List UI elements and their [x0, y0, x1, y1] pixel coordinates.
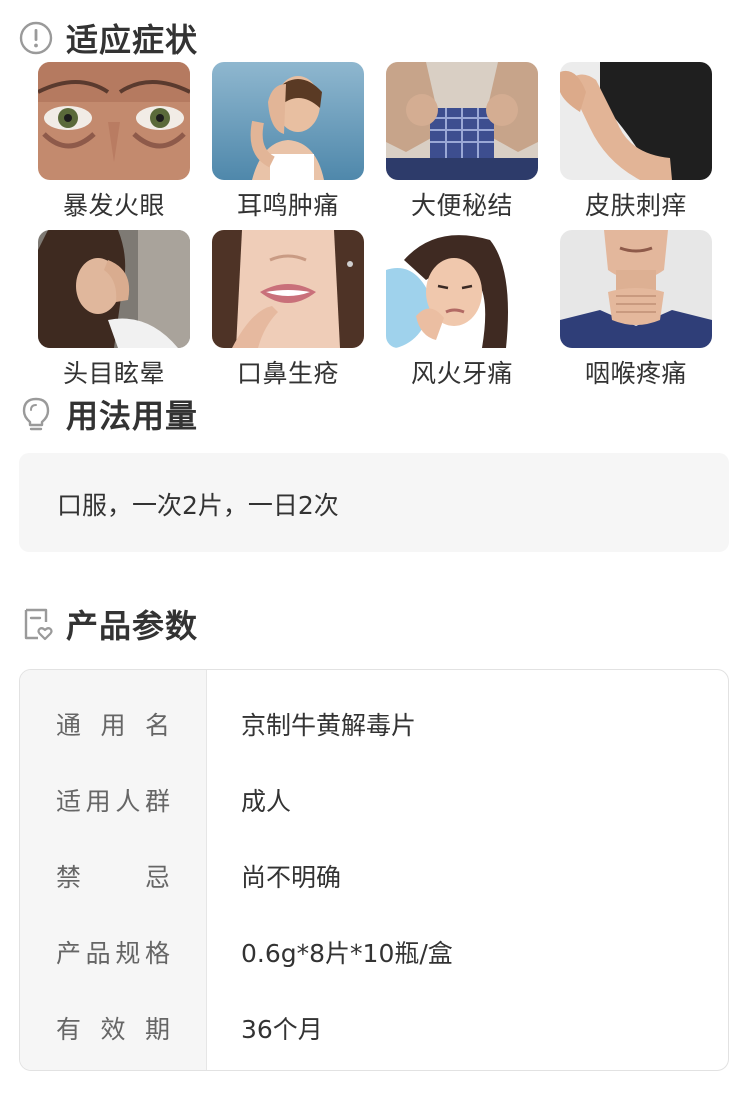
symptom-image-ears: [212, 62, 364, 180]
usage-title: 用法用量: [66, 397, 199, 435]
indications-header: 适应症状: [18, 14, 198, 62]
symptom-label: 大便秘结: [410, 191, 513, 220]
param-value: 成人: [241, 787, 292, 816]
symptom-card-dizziness[interactable]: 头目眩晕: [38, 230, 190, 388]
params-row: 适用人群 成人: [20, 756, 728, 832]
symptom-card-mouth[interactable]: 口鼻生疮: [212, 230, 364, 388]
param-value: 京制牛黄解毒片: [241, 711, 417, 740]
params-row: 产品规格 0.6g*8片*10瓶/盒: [20, 908, 728, 984]
product-tag-icon: [18, 606, 54, 642]
params-header: 产品参数: [18, 600, 198, 648]
param-value: 36个月: [241, 1015, 323, 1044]
param-value: 尚不明确: [241, 863, 342, 892]
param-label: 有效期: [56, 1015, 170, 1044]
symptom-card-throat[interactable]: 咽喉疼痛: [560, 230, 712, 388]
symptom-image-skin: [560, 62, 712, 180]
symptom-image-throat: [560, 230, 712, 348]
symptom-card-skin[interactable]: 皮肤刺痒: [560, 62, 712, 220]
symptom-label: 口鼻生疮: [236, 359, 339, 388]
symptom-image-eyes: [38, 62, 190, 180]
symptom-image-mouth: [212, 230, 364, 348]
symptom-image-toothache: [386, 230, 538, 348]
symptom-image-dizziness: [38, 230, 190, 348]
param-value: 0.6g*8片*10瓶/盒: [241, 939, 453, 968]
lightbulb-icon: [18, 396, 54, 432]
symptom-card-constipation[interactable]: 大便秘结: [386, 62, 538, 220]
params-row: 通用名 京制牛黄解毒片: [20, 680, 728, 756]
param-label: 禁忌: [56, 863, 170, 892]
params-row: 禁忌 尚不明确: [20, 832, 728, 908]
indications-title: 适应症状: [66, 21, 199, 59]
usage-text: 口服，一次2片，一日2次: [57, 491, 339, 520]
symptom-label: 耳鸣肿痛: [236, 191, 339, 220]
param-label: 适用人群: [56, 787, 170, 816]
symptom-label: 皮肤刺痒: [584, 191, 687, 220]
param-label: 产品规格: [56, 939, 170, 968]
param-label: 通用名: [56, 711, 170, 740]
symptom-card-ears[interactable]: 耳鸣肿痛: [212, 62, 364, 220]
usage-header: 用法用量: [18, 390, 198, 438]
symptom-label: 风火牙痛: [410, 359, 513, 388]
exclamation-circle-icon: [18, 20, 54, 56]
params-row: 有效期 36个月: [20, 984, 728, 1060]
symptom-card-eyes[interactable]: 暴发火眼: [38, 62, 190, 220]
symptom-label: 咽喉疼痛: [584, 359, 687, 388]
params-title: 产品参数: [66, 607, 199, 645]
symptom-image-constipation: [386, 62, 538, 180]
params-table: 通用名 京制牛黄解毒片 适用人群 成人 禁忌 尚不明确 产品规格 0.6g*8片…: [19, 669, 729, 1071]
symptom-label: 暴发火眼: [62, 191, 165, 220]
usage-box: 口服，一次2片，一日2次: [19, 453, 729, 552]
symptom-card-toothache[interactable]: 风火牙痛: [386, 230, 538, 388]
symptom-label: 头目眩晕: [62, 359, 165, 388]
